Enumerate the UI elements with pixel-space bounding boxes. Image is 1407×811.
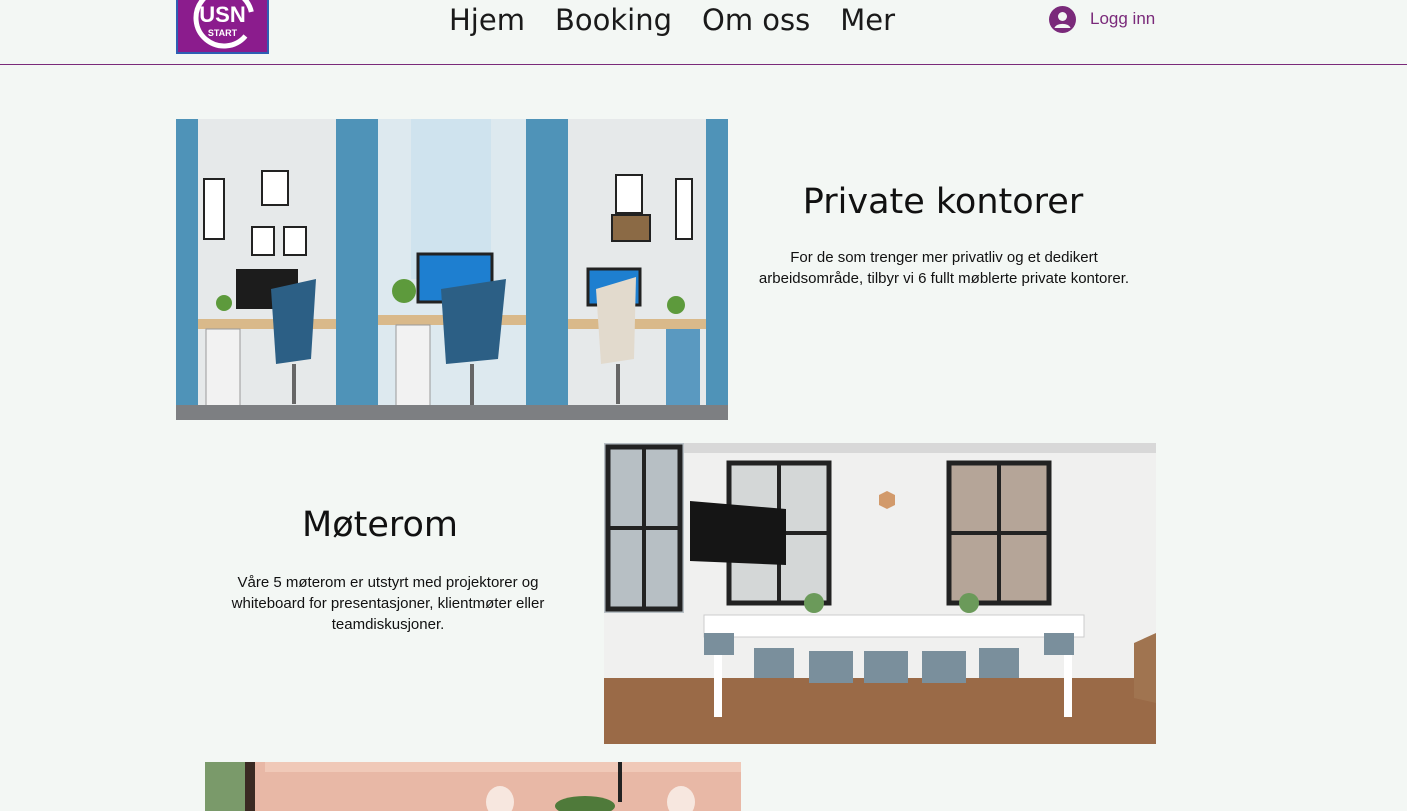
lounge-photo: [205, 762, 741, 811]
main-nav: Hjem Booking Om oss Mer: [449, 0, 895, 40]
nav-item-mer[interactable]: Mer: [840, 1, 895, 39]
logo-subtext: START: [207, 28, 238, 38]
meeting-rooms-title: Møterom: [302, 505, 458, 545]
login-label: Logg inn: [1090, 9, 1156, 28]
site-header: USN START Hjem Booking Om oss Mer Logg i…: [0, 0, 1407, 65]
nav-item-hjem[interactable]: Hjem: [449, 1, 525, 39]
private-offices-photo: [176, 119, 728, 420]
usn-start-logo[interactable]: USN START: [176, 0, 269, 54]
private-offices-title: Private kontorer: [802, 182, 1084, 222]
login-button[interactable]: Logg inn: [1049, 4, 1155, 34]
meeting-rooms-text: Våre 5 møterom er utstyrt med projektore…: [231, 574, 545, 633]
user-avatar-icon: [1049, 5, 1076, 33]
nav-item-booking[interactable]: Booking: [555, 1, 672, 39]
logo-text: USN: [199, 2, 246, 27]
nav-item-om-oss[interactable]: Om oss: [702, 1, 810, 39]
meeting-room-photo: [604, 443, 1156, 744]
private-offices-text: For de som trenger mer privatliv og et d…: [758, 249, 1130, 287]
